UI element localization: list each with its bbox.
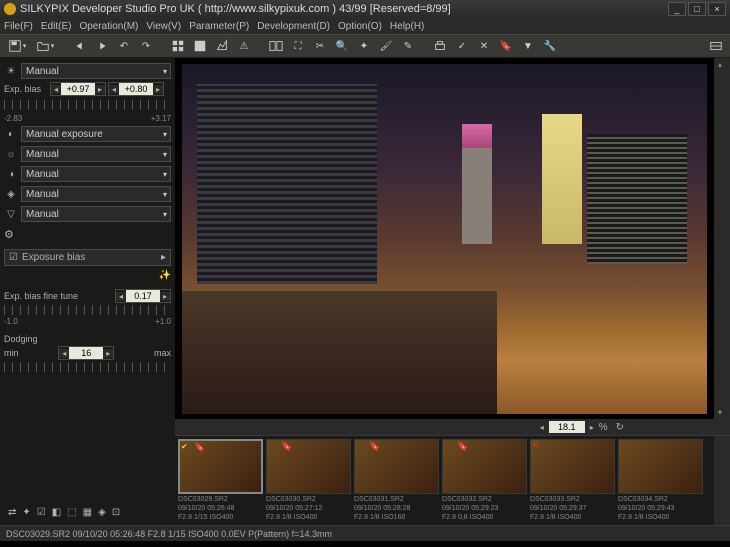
menubar: File(F) Edit(E) Operation(M) View(V) Par… <box>0 18 730 34</box>
tool8-icon[interactable]: ⊡ <box>112 507 120 518</box>
folder-icon[interactable] <box>32 36 58 56</box>
preview-image <box>182 64 707 414</box>
tag-icon[interactable]: 🔖 <box>496 36 516 56</box>
chevron-icon[interactable]: ▸ <box>161 252 166 263</box>
color-icon: ◈ <box>4 187 18 201</box>
tool7-icon[interactable]: ◈ <box>98 507 106 518</box>
warning-icon[interactable]: ⚠ <box>234 36 254 56</box>
toolbar: ↶ ↷ ⚠ ⛶ ✂ 🔍 ✦ 🖌 ✎ ✓ ✕ 🔖 ▼ 🔧 <box>0 34 730 58</box>
checkbox-icon[interactable]: ☑ <box>9 252 18 263</box>
menu-operation[interactable]: Operation(M) <box>79 21 138 32</box>
param-color[interactable]: Manual <box>21 186 171 202</box>
tool5-icon[interactable]: ⬚ <box>67 507 76 518</box>
exp-bias-2[interactable]: ◂+0.80▸ <box>108 82 164 96</box>
thumbnail-strip: ✔🔖 DSC03029.SR209/10/20 05:26:48F2.8 1/1… <box>175 435 730 525</box>
exp-slider[interactable] <box>4 100 171 110</box>
section-exposure-bias: ☑ Exposure bias ▸ <box>4 249 171 266</box>
panel-icon[interactable] <box>706 36 726 56</box>
save-icon[interactable] <box>4 36 30 56</box>
thumbnail[interactable]: ✕ DSC03033.SR209/10/20 05:29:37F2.8 1/8 … <box>530 439 615 522</box>
wrench-icon[interactable]: 🔧 <box>540 36 560 56</box>
tool2-icon[interactable]: ✦ <box>22 507 30 518</box>
param-sharp[interactable]: Manual <box>21 206 171 222</box>
eyedrop-icon[interactable]: ✎ <box>398 36 418 56</box>
menu-edit[interactable]: Edit(E) <box>41 21 72 32</box>
close-button[interactable]: × <box>708 2 726 16</box>
maximize-button[interactable]: □ <box>688 2 706 16</box>
preset-dropdown[interactable]: Manual <box>21 63 171 79</box>
check-icon[interactable]: ✓ <box>452 36 472 56</box>
menu-help[interactable]: Help(H) <box>390 21 424 32</box>
minimize-button[interactable]: _ <box>668 2 686 16</box>
param-exposure[interactable]: Manual exposure <box>21 126 171 142</box>
rotate-ccw-icon[interactable]: ↶ <box>114 36 134 56</box>
exposure-icon: ◐ <box>4 127 18 141</box>
param-contrast[interactable]: Manual <box>21 166 171 182</box>
sun-icon: ☀ <box>4 64 18 78</box>
dodge-label: Dodging <box>4 334 171 344</box>
fine-tune-spinner[interactable]: ◂0.17▸ <box>115 289 171 303</box>
tool1-icon[interactable]: ⇄ <box>8 507 16 518</box>
sharp-icon: ▽ <box>4 207 18 221</box>
dodge-slider[interactable] <box>4 362 171 372</box>
zoom-value[interactable]: 18.1 <box>549 421 585 433</box>
redo-icon[interactable] <box>92 36 112 56</box>
single-icon[interactable] <box>190 36 210 56</box>
zoom-in-button[interactable]: ▸ <box>587 423 597 432</box>
undo-icon[interactable] <box>70 36 90 56</box>
sidebar: ☀ Manual Exp. bias ◂+0.97▸ ◂+0.80▸ -2.83… <box>0 58 175 525</box>
tool3-icon[interactable]: ☑ <box>37 507 46 518</box>
gear-icon[interactable]: ⚙ <box>4 228 14 241</box>
zoom-out-button[interactable]: ◂ <box>537 423 547 432</box>
statusbar: DSC03029.SR2 09/10/20 05:26:48 F2.8 1/15… <box>0 525 730 541</box>
histogram-icon[interactable] <box>212 36 232 56</box>
preview-main[interactable] <box>175 58 714 419</box>
menu-parameter[interactable]: Parameter(P) <box>189 21 249 32</box>
thumbnail[interactable]: 🔖 DSC03032.SR209/10/20 05:29:23F2.8 0,8 … <box>442 439 527 522</box>
thumbnail[interactable]: 🔖 DSC03030.SR209/10/20 05:27:12F2.8 1/8 … <box>266 439 351 522</box>
crop-icon[interactable]: ✂ <box>310 36 330 56</box>
thumbnail[interactable]: 🔖 DSC03031.SR209/10/20 05:28:28F2.8 1/8 … <box>354 439 439 522</box>
print-icon[interactable] <box>430 36 450 56</box>
exp-bias-label: Exp. bias <box>4 84 48 94</box>
tool6-icon[interactable]: ▦ <box>83 507 92 518</box>
thumbnail[interactable]: DSC03034.SR209/10/20 05:29:43F2.8 1/8 IS… <box>618 439 703 522</box>
contrast-icon: ◑ <box>4 167 18 181</box>
fit-icon[interactable]: ⛶ <box>288 36 308 56</box>
thumbnail[interactable]: ✔🔖 DSC03029.SR209/10/20 05:26:48F2.8 1/1… <box>178 439 263 522</box>
preview-area: ◂ 18.1 ▸ % ↻ ✔🔖 DSC03029.SR209/10/20 05:… <box>175 58 730 525</box>
menu-development[interactable]: Development(D) <box>257 21 330 32</box>
exp-bias-1[interactable]: ◂+0.97▸ <box>50 82 106 96</box>
wb-icon: ☼ <box>4 147 18 161</box>
rotate-cw-icon[interactable]: ↷ <box>136 36 156 56</box>
vertical-scrollbar[interactable] <box>714 58 730 419</box>
fine-slider[interactable] <box>4 305 171 315</box>
menu-option[interactable]: Option(O) <box>338 21 382 32</box>
flag-icon[interactable]: ▼ <box>518 36 538 56</box>
search-icon[interactable]: 🔍 <box>332 36 352 56</box>
auto-icon[interactable]: ✨ <box>159 270 171 281</box>
menu-file[interactable]: File(F) <box>4 21 33 32</box>
status-text: DSC03029.SR2 09/10/20 05:26:48 F2.8 1/15… <box>6 529 332 539</box>
tool-icon[interactable]: ✦ <box>354 36 374 56</box>
app-icon <box>4 3 16 15</box>
thumb-scrollbar[interactable] <box>714 436 730 525</box>
tool4-icon[interactable]: ◧ <box>52 507 61 518</box>
compare-icon[interactable] <box>266 36 286 56</box>
fine-tune-label: Exp. bias fine tune <box>4 291 113 301</box>
menu-view[interactable]: View(V) <box>146 21 181 32</box>
refresh-icon[interactable]: ↻ <box>616 422 624 433</box>
param-wb[interactable]: Manual <box>21 146 171 162</box>
grid-icon[interactable] <box>168 36 188 56</box>
window-title: SILKYPIX Developer Studio Pro UK ( http:… <box>20 3 451 15</box>
brush-icon[interactable]: 🖌 <box>376 36 396 56</box>
x-icon[interactable]: ✕ <box>474 36 494 56</box>
titlebar: SILKYPIX Developer Studio Pro UK ( http:… <box>0 0 730 18</box>
bottom-toolbar: ⇄ ✦ ☑ ◧ ⬚ ▦ ◈ ⊡ <box>4 503 171 521</box>
dodge-spinner[interactable]: ◂16▸ <box>58 346 114 360</box>
